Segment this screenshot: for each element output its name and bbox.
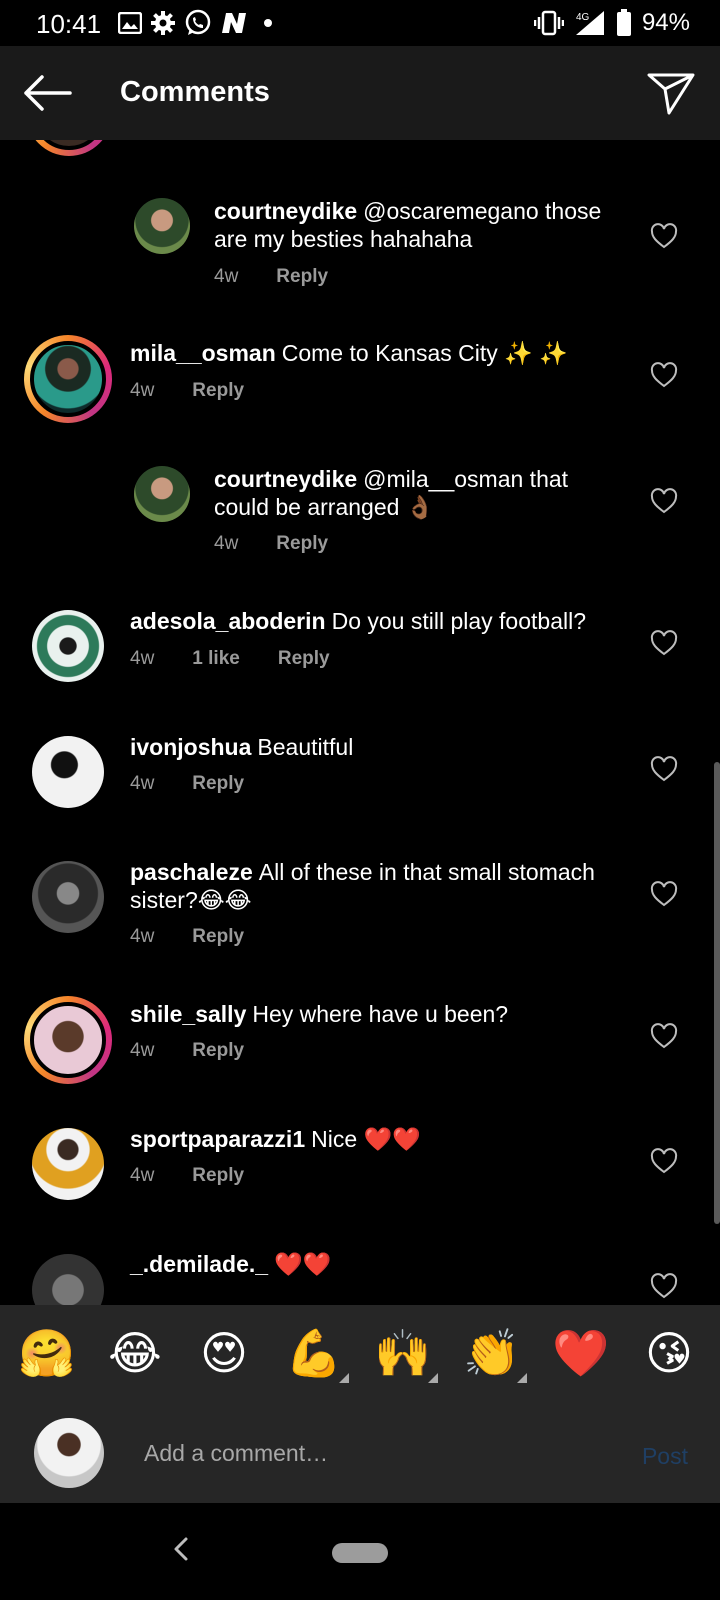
network-label: 4G — [576, 12, 590, 23]
gear-icon — [151, 11, 175, 35]
comment-body: Hey where have u been? — [252, 1001, 509, 1027]
header: Comments — [0, 46, 720, 140]
arrow-left-icon — [24, 75, 72, 111]
emoji-red-heart[interactable]: ❤️ — [552, 1327, 609, 1379]
avatar[interactable] — [32, 1254, 104, 1305]
vibrate-icon — [533, 10, 564, 36]
heart-icon[interactable] — [650, 362, 678, 388]
comments-list[interactable]: courtneydike @oscaremegano those are my b… — [0, 140, 720, 1305]
comment-time: 4w — [214, 266, 239, 287]
reply-button[interactable]: Reply — [276, 266, 328, 288]
emoji-bar: 🤗 😂 😍 💪 🙌 👏 ❤️ 😘 — [0, 1305, 720, 1401]
emoji-clapping-glyph: 👏 — [463, 1326, 521, 1380]
comment-username[interactable]: courtneydike — [214, 466, 357, 492]
comment-time: 4w — [130, 926, 155, 947]
comment-username[interactable]: courtneydike — [214, 198, 357, 224]
skin-tone-indicator-icon — [517, 1373, 527, 1383]
heart-icon[interactable] — [650, 1148, 678, 1174]
emoji-raised-hands-glyph: 🙌 — [374, 1326, 432, 1380]
whatsapp-icon — [185, 9, 211, 35]
skin-tone-indicator-icon — [428, 1373, 438, 1383]
comment-username[interactable]: adesola_aboderin — [130, 608, 326, 634]
emoji-kiss[interactable]: 😘 — [641, 1327, 697, 1379]
avatar[interactable] — [24, 996, 112, 1084]
reply-button[interactable]: Reply — [192, 1040, 244, 1062]
n-icon — [222, 13, 246, 33]
battery-icon — [616, 9, 631, 36]
emoji-hugging[interactable]: 🤗 — [18, 1327, 75, 1379]
back-button[interactable] — [20, 68, 74, 118]
comment-time: 4w — [130, 1165, 155, 1186]
comment-username[interactable]: shile_sally — [130, 1001, 246, 1027]
avatar[interactable] — [26, 140, 112, 156]
system-icons: 4G 94% — [533, 8, 690, 38]
current-user-avatar — [34, 1418, 104, 1488]
status-bar: 10:41 4G 94% — [0, 0, 720, 46]
avatar[interactable] — [134, 466, 190, 522]
reply-button[interactable]: Reply — [192, 773, 244, 795]
comment-body: Nice ❤️❤️ — [311, 1126, 421, 1152]
reply-button[interactable]: Reply — [192, 1165, 244, 1187]
battery-percent: 94% — [641, 9, 690, 36]
heart-icon[interactable] — [650, 1273, 678, 1299]
reply-button[interactable]: Reply — [192, 926, 244, 948]
comment-body: Come to Kansas City ✨ ✨ — [281, 340, 568, 366]
heart-icon[interactable] — [650, 881, 678, 907]
comment-time: 4w — [130, 648, 155, 669]
avatar[interactable] — [24, 335, 112, 423]
dot-icon — [264, 19, 272, 27]
system-nav-bar — [0, 1503, 720, 1600]
emoji-flexed-biceps-glyph: 💪 — [285, 1326, 343, 1380]
comment-username[interactable]: ivonjoshua — [130, 734, 251, 760]
share-button[interactable] — [644, 66, 698, 120]
likes-count[interactable]: 1 like — [192, 648, 240, 670]
paper-plane-icon — [647, 73, 695, 115]
comment-username[interactable]: _.demilade._ — [130, 1251, 268, 1277]
heart-icon[interactable] — [650, 630, 678, 656]
emoji-laughing[interactable]: 😂 — [107, 1327, 163, 1379]
status-time: 10:41 — [36, 9, 102, 39]
emoji-flexed-biceps[interactable]: 💪 — [285, 1326, 349, 1383]
heart-icon[interactable] — [650, 488, 678, 514]
nav-home-pill[interactable] — [332, 1543, 388, 1563]
comment-input-bar: Add a comment… Post — [0, 1401, 720, 1503]
signal-icon: 4G — [575, 11, 604, 35]
reply-button[interactable]: Reply — [276, 533, 328, 555]
comment-input[interactable]: Add a comment… — [144, 1440, 328, 1467]
emoji-raised-hands[interactable]: 🙌 — [374, 1326, 438, 1383]
emoji-heart-eyes[interactable]: 😍 — [196, 1327, 252, 1379]
comment-username[interactable]: paschaleze — [130, 859, 253, 885]
avatar[interactable] — [32, 736, 104, 808]
comment-body: Do you still play football? — [331, 608, 586, 634]
avatar[interactable] — [32, 861, 104, 933]
scrollbar[interactable] — [714, 762, 720, 1224]
post-button[interactable]: Post — [642, 1443, 688, 1470]
emoji-clapping[interactable]: 👏 — [463, 1326, 527, 1383]
comment-time: 4w — [130, 380, 155, 401]
image-icon — [118, 12, 142, 34]
avatar[interactable] — [134, 198, 190, 254]
heart-icon[interactable] — [650, 1023, 678, 1049]
comment-body: Beautitful — [257, 734, 354, 760]
reply-button[interactable]: Reply — [278, 648, 330, 670]
comment-username[interactable]: mila__osman — [130, 340, 276, 366]
avatar[interactable] — [32, 1128, 104, 1200]
nav-back-icon[interactable] — [166, 1529, 196, 1569]
reply-button[interactable]: Reply — [192, 380, 244, 402]
comment-username[interactable]: sportpaparazzi1 — [130, 1126, 305, 1152]
heart-icon[interactable] — [650, 756, 678, 782]
notification-icons — [118, 8, 272, 38]
comment-time: 4w — [214, 533, 239, 554]
comment-body: ❤️❤️ — [274, 1251, 332, 1277]
comment-time: 4w — [130, 1040, 155, 1061]
avatar[interactable] — [32, 610, 104, 682]
comment-time: 4w — [130, 773, 155, 794]
page-title: Comments — [120, 76, 270, 108]
heart-icon[interactable] — [650, 223, 678, 249]
skin-tone-indicator-icon — [339, 1373, 349, 1383]
